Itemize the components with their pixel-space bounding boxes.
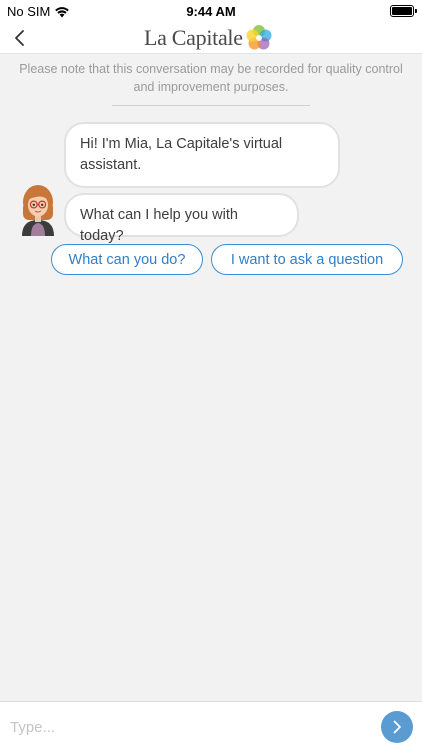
battery-icon bbox=[390, 5, 417, 17]
nav-bar: La Capitale bbox=[0, 22, 422, 54]
send-button[interactable] bbox=[381, 711, 413, 743]
assistant-avatar bbox=[22, 185, 54, 236]
battery-fill bbox=[392, 7, 412, 15]
chevron-left-icon bbox=[15, 30, 24, 46]
status-time: 9:44 AM bbox=[186, 4, 236, 19]
brand: La Capitale bbox=[144, 23, 274, 53]
chevron-right-icon bbox=[393, 720, 401, 734]
message-composer bbox=[0, 701, 422, 750]
quick-reply-what-can-you-do[interactable]: What can you do? bbox=[51, 244, 203, 275]
status-right bbox=[390, 5, 417, 17]
message-input[interactable] bbox=[10, 714, 370, 740]
quick-reply-ask-question[interactable]: I want to ask a question bbox=[211, 244, 403, 275]
bot-message-bubble: Hi! I'm Mia, La Capitale's virtual assis… bbox=[64, 122, 340, 188]
bot-message-bubble: What can I help you with today? bbox=[64, 193, 299, 244]
status-bar: No SIM 9:44 AM bbox=[0, 0, 422, 22]
back-button[interactable] bbox=[8, 26, 32, 50]
brand-name: La Capitale bbox=[144, 25, 243, 50]
recording-notice: Please note that this conversation may b… bbox=[19, 62, 403, 94]
flower-logo-icon bbox=[246, 25, 272, 50]
divider bbox=[112, 105, 310, 106]
